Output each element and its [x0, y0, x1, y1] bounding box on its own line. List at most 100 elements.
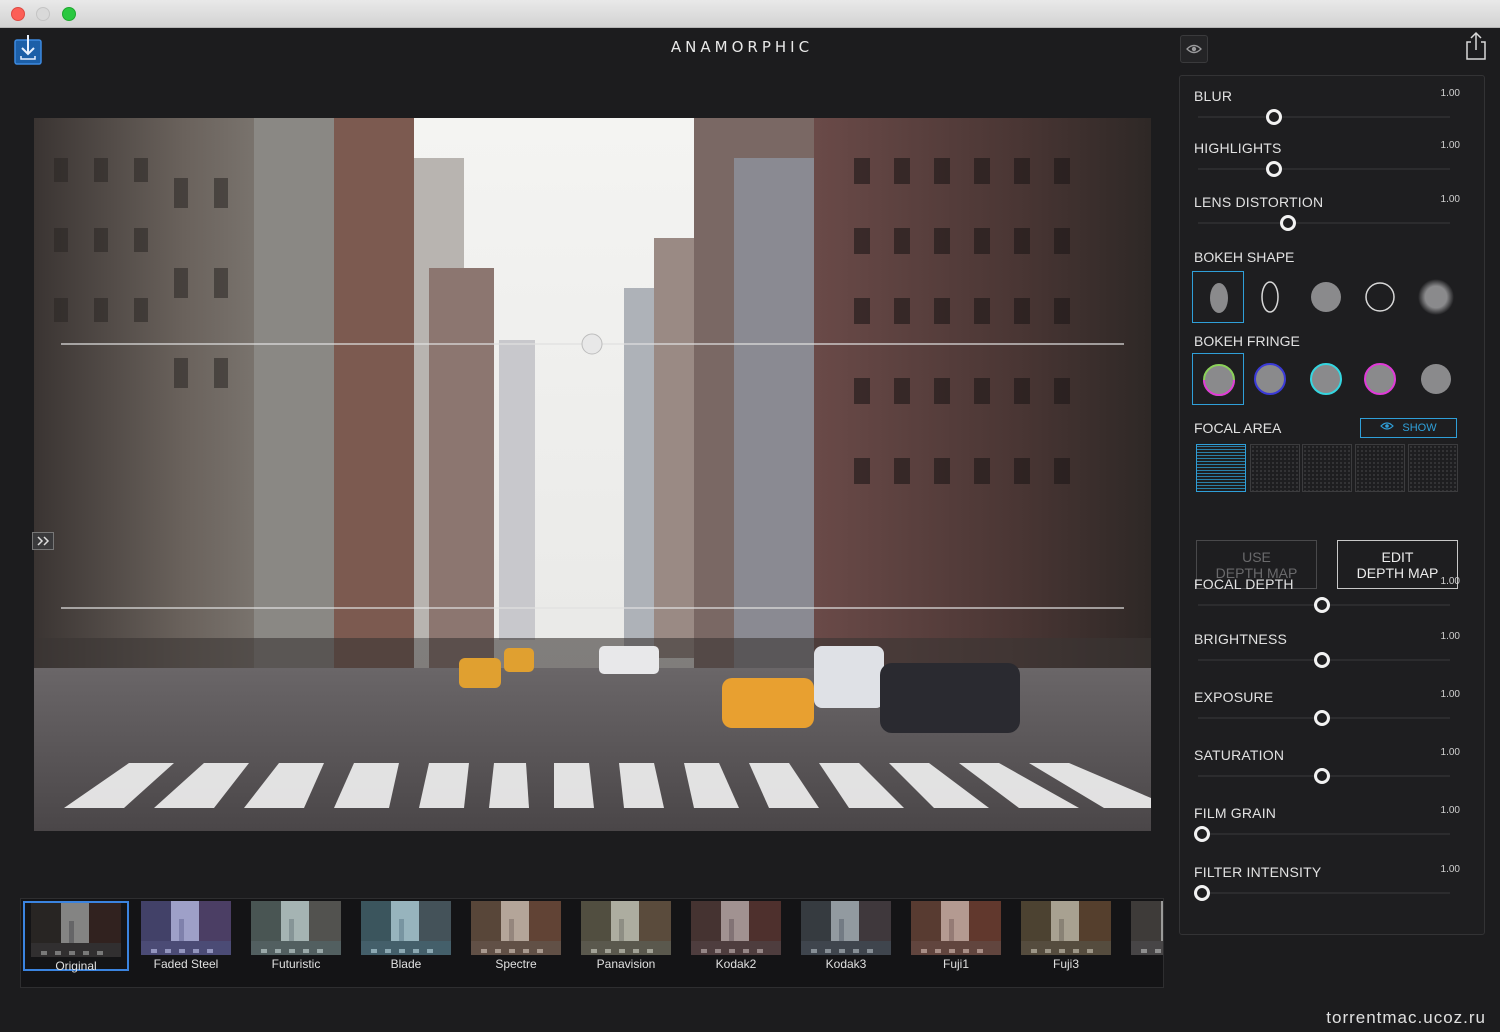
bokeh-shape-solid-ellipse[interactable]: [1192, 271, 1244, 323]
slider-thumb[interactable]: [1314, 710, 1330, 726]
filter-thumb[interactable]: Futuristic: [243, 901, 349, 971]
adjustments-panel: BOKEH SHAPE BOKEH FRINGE FOCAL AREA SHOW…: [1179, 75, 1485, 935]
filter-thumb[interactable]: Kodak2: [683, 901, 789, 971]
slider-track[interactable]: [1198, 168, 1450, 170]
brightness-slider[interactable]: BRIGHTNESS 1.00: [1194, 631, 1460, 679]
bokeh-fringe-option[interactable]: [1244, 353, 1296, 405]
filter-thumb[interactable]: 2: [1123, 901, 1163, 971]
film-grain-value: 1.00: [1440, 805, 1460, 816]
filter-thumb[interactable]: Panavision: [573, 901, 679, 971]
focal-area-option[interactable]: [1408, 444, 1458, 492]
filter-label: Faded Steel: [153, 957, 219, 971]
filter-thumb[interactable]: Blade: [353, 901, 459, 971]
film-grain-slider[interactable]: FILM GRAIN 1.00: [1194, 805, 1460, 853]
saturation-label: SATURATION: [1194, 747, 1285, 763]
highlights-slider[interactable]: HIGHLIGHTS 1.00: [1194, 140, 1460, 188]
bokeh-fringe-option[interactable]: [1354, 353, 1406, 405]
import-icon[interactable]: [14, 34, 42, 66]
slider-track[interactable]: [1198, 222, 1450, 224]
slider-track[interactable]: [1198, 116, 1450, 118]
slider-thumb[interactable]: [1314, 597, 1330, 613]
share-icon[interactable]: [1464, 31, 1488, 61]
bokeh-shape-label: BOKEH SHAPE: [1194, 249, 1295, 265]
filter-intensity-label: FILTER INTENSITY: [1194, 864, 1322, 880]
filter-preview: [471, 901, 561, 955]
blur-slider[interactable]: BLUR 1.00: [1194, 88, 1460, 136]
bokeh-fringe-options: [1192, 353, 1462, 405]
bokeh-fringe-option[interactable]: [1300, 353, 1352, 405]
slider-thumb[interactable]: [1194, 826, 1210, 842]
filter-preview: [581, 901, 671, 955]
slider-thumb[interactable]: [1194, 885, 1210, 901]
bokeh-shape-ring-ellipse[interactable]: [1244, 271, 1296, 323]
filter-filmstrip[interactable]: Original Faded Steel Futuristic Blade Spectr…: [20, 898, 1164, 988]
filter-preview: [1021, 901, 1111, 955]
watermark: torrentmac.ucoz.ru: [1326, 1008, 1486, 1027]
focal-area-option[interactable]: [1302, 444, 1352, 492]
filter-label: Original: [55, 959, 97, 973]
filter-preview: [141, 901, 231, 955]
focal-area-option[interactable]: [1250, 444, 1300, 492]
filter-label: Kodak2: [715, 957, 757, 971]
bokeh-fringe-option[interactable]: [1192, 353, 1244, 405]
close-window-button[interactable]: [11, 7, 25, 21]
focal-area-option[interactable]: [1196, 444, 1246, 492]
bokeh-fringe-option[interactable]: [1410, 353, 1462, 405]
filter-intensity-value: 1.00: [1440, 864, 1460, 875]
slider-thumb[interactable]: [1266, 109, 1282, 125]
bokeh-fringe-label: BOKEH FRINGE: [1194, 333, 1300, 349]
filter-label: Blade: [390, 957, 422, 971]
exposure-slider[interactable]: EXPOSURE 1.00: [1194, 689, 1460, 737]
zoom-window-button[interactable]: [62, 7, 76, 21]
eye-icon[interactable]: [1180, 35, 1208, 63]
saturation-slider[interactable]: SATURATION 1.00: [1194, 747, 1460, 795]
slider-thumb[interactable]: [1266, 161, 1282, 177]
film-grain-label: FILM GRAIN: [1194, 805, 1277, 821]
slider-track[interactable]: [1198, 833, 1450, 835]
filter-preview: [251, 901, 341, 955]
filter-thumb[interactable]: Spectre: [463, 901, 569, 971]
filter-preview: [31, 903, 121, 957]
bokeh-shape-soft-circle[interactable]: [1410, 271, 1462, 323]
photo-canvas[interactable]: [34, 118, 1151, 831]
app-main: ANAMORPHIC Original Faded Steel Futurist…: [0, 28, 1500, 1032]
brightness-label: BRIGHTNESS: [1194, 631, 1288, 647]
window-titlebar: [0, 0, 1500, 28]
bokeh-shape-options: [1192, 271, 1462, 323]
filter-label: 2: [1123, 957, 1163, 971]
app-title: ANAMORPHIC: [670, 38, 814, 56]
filter-label: Panavision: [596, 957, 656, 971]
bokeh-shape-ring-circle[interactable]: [1354, 271, 1406, 323]
slider-track[interactable]: [1198, 892, 1450, 894]
focal-depth-value: 1.00: [1440, 576, 1460, 587]
edit-depth-map-line1: EDIT: [1381, 549, 1414, 565]
filter-thumb[interactable]: Kodak3: [793, 901, 899, 971]
highlights-label: HIGHLIGHTS: [1194, 140, 1282, 156]
filter-thumb[interactable]: Fuji1: [903, 901, 1009, 971]
compare-handle-icon[interactable]: [32, 532, 54, 550]
focal-depth-slider[interactable]: FOCAL DEPTH 1.00: [1194, 576, 1460, 624]
filter-intensity-slider[interactable]: FILTER INTENSITY 1.00: [1194, 864, 1460, 912]
filter-preview: [691, 901, 781, 955]
filter-thumb[interactable]: Faded Steel: [133, 901, 239, 971]
filter-thumb[interactable]: Fuji3: [1013, 901, 1119, 971]
lens-slider[interactable]: LENS DISTORTION 1.00: [1194, 194, 1460, 242]
focal-area-options: [1192, 444, 1462, 496]
bokeh-shape-solid-circle[interactable]: [1300, 271, 1352, 323]
use-depth-map-line1: USE: [1242, 549, 1271, 565]
exposure-label: EXPOSURE: [1194, 689, 1274, 705]
slider-thumb[interactable]: [1314, 652, 1330, 668]
filter-preview: [361, 901, 451, 955]
filter-thumb[interactable]: Original: [23, 901, 129, 973]
filter-label: Spectre: [495, 957, 537, 971]
filter-preview: [911, 901, 1001, 955]
focal-area-label: FOCAL AREA: [1194, 420, 1282, 436]
focal-area-option[interactable]: [1355, 444, 1405, 492]
slider-thumb[interactable]: [1280, 215, 1297, 231]
filter-label: Futuristic: [271, 957, 321, 971]
filter-label: Kodak3: [825, 957, 867, 971]
slider-thumb[interactable]: [1314, 768, 1330, 784]
show-focal-area-button[interactable]: SHOW: [1360, 418, 1457, 438]
minimize-window-button[interactable]: [36, 7, 50, 21]
blur-label: BLUR: [1194, 88, 1233, 104]
